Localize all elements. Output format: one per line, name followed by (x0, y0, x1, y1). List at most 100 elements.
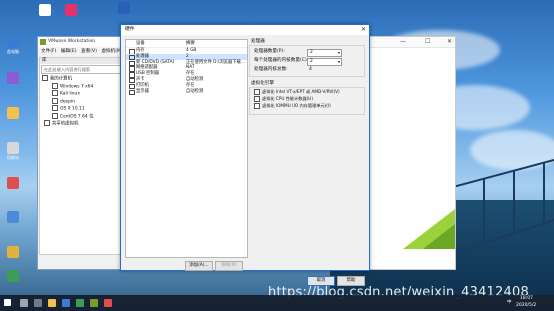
app-icon (7, 36, 19, 48)
desktop-icon[interactable] (2, 246, 24, 259)
cores-label: 每个处理器的内核数量(C): (254, 58, 309, 63)
word-icon (118, 2, 130, 14)
menu-view[interactable]: 查看(V) (81, 49, 97, 54)
checkbox[interactable] (254, 96, 260, 102)
input-language[interactable]: 中 (507, 299, 512, 305)
desktop-icon[interactable] (2, 72, 24, 85)
app-icon (39, 4, 51, 16)
vmware-logo-icon (40, 39, 46, 45)
minimize-icon[interactable]: — (400, 38, 406, 45)
search-icon[interactable] (20, 299, 28, 307)
dialog-titlebar: 硬件 ✕ (121, 25, 369, 35)
desktop-icon-top-1[interactable] (34, 4, 56, 17)
app-icon (7, 72, 19, 84)
background-window-titlebar (363, 37, 455, 48)
clock-time[interactable]: 18:07 (520, 296, 533, 301)
maximize-icon[interactable]: ☐ (425, 38, 430, 45)
vm-label: CentOS 7 64 位 (60, 114, 94, 119)
edge-icon[interactable] (62, 299, 70, 307)
checkbox[interactable] (254, 103, 260, 109)
vm-label: Windows 7 x64 (60, 84, 94, 89)
hardware-list-header: 设备 摘要 (126, 40, 247, 48)
processor-count-value: 2 (310, 50, 313, 55)
cores-select[interactable]: 2 ▾ (307, 58, 342, 66)
chevron-down-icon: ▾ (337, 50, 340, 55)
desktop-icon-top-2[interactable] (60, 4, 82, 17)
clock-date[interactable]: 2020/5/2 (516, 303, 536, 308)
display-icon (129, 89, 135, 96)
close-icon[interactable]: ✕ (447, 38, 452, 45)
virt-option-iommu[interactable]: 虚拟化 IOMMU (IO 内存管理单元)(I) (254, 103, 331, 109)
desktop-icon[interactable]: 此电脑 (2, 36, 24, 54)
desktop-icon-label: 回收站 (7, 155, 19, 160)
vm-icon (52, 105, 58, 111)
desktop-icon[interactable] (2, 211, 24, 224)
tree-item-vm[interactable]: OS X 10.11 (40, 105, 131, 113)
processor-count-label: 处理器数量(P): (254, 49, 285, 54)
taskbar-app-icon[interactable] (76, 299, 84, 307)
start-windows-icon[interactable] (4, 299, 11, 306)
hardware-device-summary: 自动检测 (186, 88, 204, 94)
virt-option-perf[interactable]: 虚拟化 CPU 性能计数器(U) (254, 96, 313, 102)
virt-option-label: 虚拟化 Intel VT-x/EPT 或 AMD-V/RVI(V) (262, 89, 340, 94)
processor-count-select[interactable]: 2 ▾ (307, 49, 342, 57)
taskbar-app-icon[interactable] (104, 299, 112, 307)
remove-hardware-button[interactable]: 移除(R) (215, 261, 243, 271)
library-search-input[interactable]: 在此处键入内容进行搜索 (41, 65, 130, 74)
desktop-icon[interactable] (2, 107, 24, 120)
vmware-menubar: 文件(F) 编辑(E) 查看(V) 虚拟机(M) (38, 47, 133, 56)
col-summary: 摘要 (186, 41, 195, 46)
col-device: 设备 (136, 41, 145, 46)
shared-vm-icon (44, 120, 50, 126)
vm-icon (52, 90, 58, 96)
virt-option-label: 虚拟化 CPU 性能计数器(U) (262, 96, 314, 101)
app-icon (7, 211, 19, 223)
menu-edit[interactable]: 编辑(E) (61, 49, 77, 54)
close-icon[interactable]: ✕ (361, 25, 366, 35)
tree-item-vm[interactable]: Kali linux (40, 90, 131, 98)
vmware-taskbar-icon[interactable] (90, 299, 98, 307)
app-icon (7, 142, 19, 154)
virt-option-label: 虚拟化 IOMMU (IO 内存管理单元)(I) (262, 103, 331, 108)
hardware-device-name: 显示器 (136, 88, 149, 94)
checkbox[interactable] (254, 89, 260, 95)
vm-label: Kali linux (60, 91, 80, 97)
library-panel: 库 在此处键入内容进行搜索 我的计算机 Windows 7 x64 Kali l… (39, 57, 132, 255)
task-view-icon[interactable] (34, 299, 42, 307)
desktop: 此电脑 回收站 — ☐ ✕ VMware Workstation 文件(F) 编辑… (0, 0, 554, 311)
tree-item-shared-vms[interactable]: 共享的虚拟机 (40, 120, 131, 128)
tree-root-label: 我的计算机 (50, 76, 72, 82)
tree-item-vm[interactable]: deepin (40, 97, 131, 106)
hardware-row[interactable]: 显示器 自动检测 (126, 88, 247, 96)
desktop-icon-top-3[interactable] (113, 2, 135, 15)
tree-root-my-computer[interactable]: 我的计算机 (40, 75, 131, 83)
app-icon (7, 107, 19, 119)
desktop-icon[interactable]: 回收站 (2, 142, 24, 160)
tree-item-vm[interactable]: Windows 7 x64 (40, 82, 131, 91)
tree-item-vm[interactable]: CentOS 7 64 位 (40, 112, 131, 121)
chevron-down-icon: ▾ (337, 59, 340, 64)
app-icon (7, 177, 19, 189)
app-icon (7, 246, 19, 258)
total-cores-label: 处理器内核总数: (254, 67, 288, 72)
app-icon (65, 4, 77, 16)
file-explorer-icon[interactable] (48, 299, 56, 307)
vm-icon (52, 112, 58, 119)
background-window-art (403, 209, 455, 249)
vm-label: OS X 10.11 (60, 106, 85, 112)
library-header: 库 (40, 58, 131, 64)
vm-label: deepin (60, 99, 75, 104)
desktop-icon[interactable] (2, 270, 24, 283)
hardware-list: 设备 摘要 内存 4 GB 处理器 2 新 CD/DVD (SATA) 正在使用文件 D:… (125, 39, 248, 258)
vm-icon (52, 82, 58, 89)
dialog-title: 硬件 (125, 27, 135, 32)
app-icon (7, 270, 19, 282)
total-cores-value: 4 (309, 67, 312, 72)
menu-file[interactable]: 文件(F) (41, 49, 56, 54)
taskbar: 中 18:07 2020/5/2 (0, 295, 554, 311)
virt-option-vtx[interactable]: 虚拟化 Intel VT-x/EPT 或 AMD-V/RVI(V) (254, 89, 340, 95)
add-hardware-button[interactable]: 添加(A)... (185, 261, 213, 271)
computer-icon (42, 75, 48, 81)
shared-label: 共享的虚拟机 (52, 121, 79, 127)
desktop-icon[interactable] (2, 177, 24, 190)
